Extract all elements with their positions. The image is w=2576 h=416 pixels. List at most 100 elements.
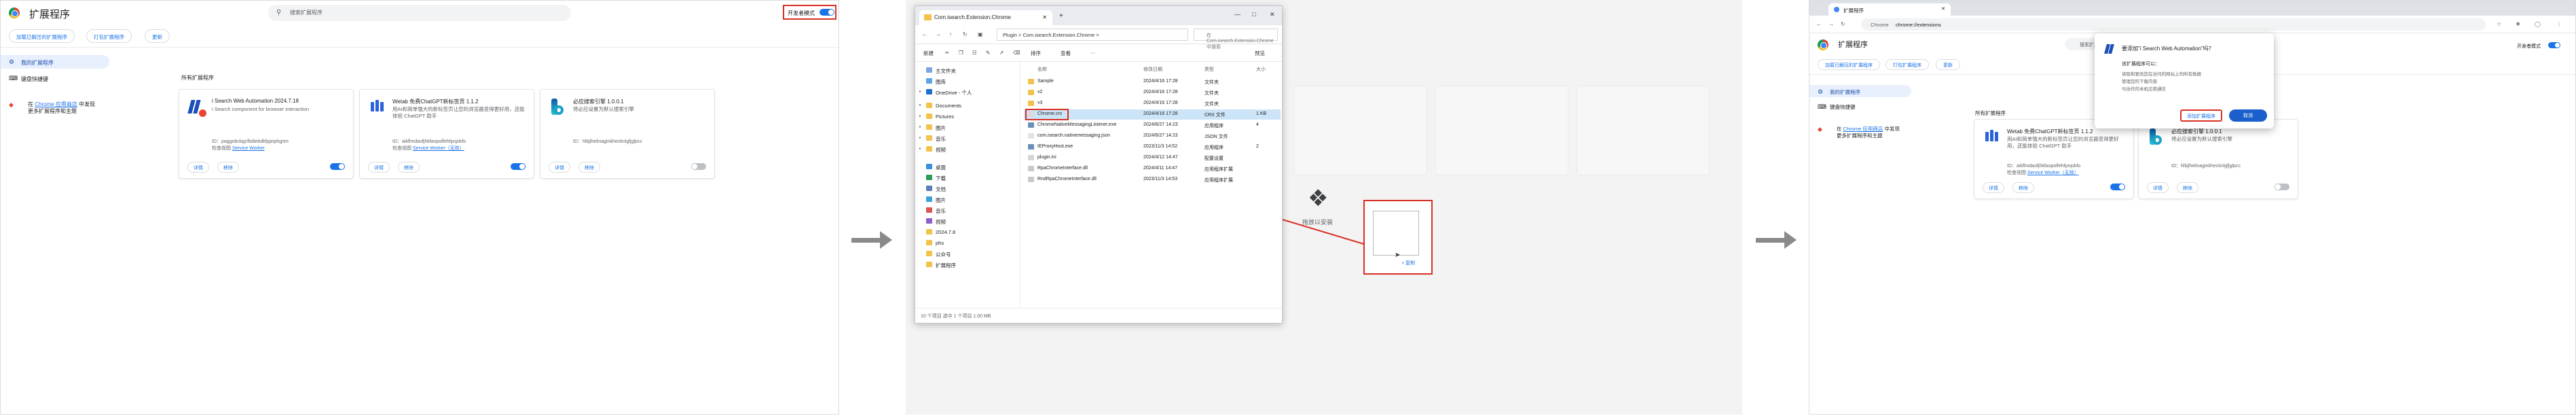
sidebar-item-pics[interactable]: 图片 xyxy=(915,194,946,205)
bookmark-star-icon[interactable]: ☆ xyxy=(2497,21,2501,27)
file-row[interactable]: Sample 2024/4/16 17:28 文件夹 xyxy=(1024,77,1281,87)
file-row[interactable]: IEProxyHost.exe 2023/11/3 14:52 应用程序 2 xyxy=(1024,142,1281,152)
load-unpacked-button[interactable]: 加载已解压的扩展程序 xyxy=(9,29,75,43)
details-button[interactable]: 详情 xyxy=(368,162,390,173)
nav-keyboard-shortcuts[interactable]: ⌨ 键盘快捷键 xyxy=(1809,100,1911,112)
back-icon[interactable]: ← xyxy=(1816,21,1822,27)
service-worker-link[interactable]: Service Worker（无效） xyxy=(413,146,464,151)
pack-extension-button[interactable]: 打包扩展程序 xyxy=(86,29,132,43)
update-button[interactable]: 更新 xyxy=(145,29,170,43)
profile-icon[interactable]: ◯ xyxy=(2535,21,2541,27)
menu-icon[interactable]: ⋮ xyxy=(2556,21,2562,27)
copy-icon[interactable]: ❐ xyxy=(959,50,963,56)
close-tab-icon[interactable]: ✕ xyxy=(1941,6,1945,12)
sidebar-item-onedrive[interactable]: ▸ OneDrive - 个人 xyxy=(915,86,972,97)
path-segment[interactable]: Plugin xyxy=(1003,32,1017,38)
new-button[interactable]: 新建 xyxy=(923,50,934,57)
view-button[interactable]: 查看 xyxy=(1061,50,1071,57)
remove-button[interactable]: 移除 xyxy=(217,162,239,173)
details-button[interactable]: 详情 xyxy=(1983,182,2004,193)
service-worker-link[interactable]: Service Worker（无效） xyxy=(2027,171,2079,175)
sidebar-item-documents[interactable]: ▸ Documents xyxy=(915,100,961,111)
share-icon[interactable]: ↗ xyxy=(999,50,1004,56)
maximize-icon[interactable]: □ xyxy=(1252,11,1255,18)
sidebar-item-pictures[interactable]: ▸ Pictures xyxy=(915,111,954,122)
dev-mode-toggle[interactable] xyxy=(2548,42,2560,48)
sidebar-item-desktop[interactable]: 桌面 xyxy=(915,161,946,172)
column-date[interactable]: 修改日期 xyxy=(1143,66,1162,73)
address-bar[interactable]: Chrome chrome://extensions xyxy=(1861,18,2486,31)
paste-icon[interactable]: ☷ xyxy=(972,50,977,56)
enable-toggle[interactable] xyxy=(2275,184,2289,190)
minimize-icon[interactable]: — xyxy=(1234,11,1240,18)
refresh-icon[interactable]: ↻ xyxy=(963,31,968,37)
pack-extension-button[interactable]: 打包扩展程序 xyxy=(1885,59,1929,70)
file-row[interactable]: v2 2024/4/16 17:28 文件夹 xyxy=(1024,88,1281,98)
close-window-icon[interactable]: ✕ xyxy=(1270,11,1275,18)
sidebar-item-music2[interactable]: 音乐 xyxy=(915,205,946,215)
nav-keyboard-shortcuts[interactable]: ⌨ 键盘快捷键 xyxy=(1,71,109,85)
explorer-tab[interactable]: Com.isearch.Extension.Chrome ✕ xyxy=(919,10,1052,25)
nav-my-extensions[interactable]: ⚙ 我的扩展程序 xyxy=(1809,85,1911,97)
file-row-selected[interactable]: Chrome.crx 2024/4/16 17:28 CRX 文件 1 KB xyxy=(1024,109,1281,120)
enable-toggle[interactable] xyxy=(330,163,345,170)
sidebar-item-folder[interactable]: 公众号 xyxy=(915,248,951,259)
cut-icon[interactable]: ✂ xyxy=(945,50,949,56)
add-extension-button[interactable]: 添加扩展程序 xyxy=(2180,109,2222,122)
file-row[interactable]: ChromeNativeMessagingListener.exe 2024/6/… xyxy=(1024,120,1281,131)
path-breadcrumb[interactable]: Plugin > Com.isearch.Extension.Chrome > xyxy=(997,29,1188,41)
dev-mode-toggle[interactable] xyxy=(820,9,834,16)
sidebar-item-downloads[interactable]: 下载 xyxy=(915,172,946,183)
enable-toggle[interactable] xyxy=(691,163,706,170)
details-button[interactable]: 详情 xyxy=(187,162,209,173)
details-button[interactable]: 详情 xyxy=(549,162,570,173)
cancel-button[interactable]: 取消 xyxy=(2229,109,2267,122)
browser-tab[interactable]: 扩展程序 ✕ xyxy=(1828,3,1951,16)
remove-button[interactable]: 移除 xyxy=(2177,182,2198,193)
more-button[interactable]: ··· xyxy=(1090,50,1096,56)
drop-target-highlight[interactable]: ➤ + 复制 xyxy=(1363,200,1433,275)
nav-my-extensions[interactable]: ⚙ 我的扩展程序 xyxy=(1,55,109,69)
chrome-web-store-link[interactable]: Chrome 应用商店 xyxy=(35,101,77,107)
details-button[interactable]: 详情 xyxy=(2147,182,2169,193)
sort-button[interactable]: 排序 xyxy=(1031,50,1041,57)
sidebar-item-docs[interactable]: 文档 xyxy=(915,183,946,194)
forward-icon[interactable]: → xyxy=(1828,21,1834,27)
search-input[interactable]: ⚲ 搜索扩展程序 xyxy=(268,5,571,21)
enable-toggle[interactable] xyxy=(511,163,526,170)
forward-icon[interactable]: → xyxy=(936,31,941,37)
enable-toggle[interactable] xyxy=(2110,184,2125,190)
delete-icon[interactable]: ⌫ xyxy=(1013,50,1020,56)
column-type[interactable]: 类型 xyxy=(1204,66,1214,73)
sidebar-item-videos2[interactable]: 视频 xyxy=(915,215,946,226)
file-row[interactable]: RpaChromeInterface.dll 2024/4/11 14:47 应用程… xyxy=(1024,164,1281,174)
sidebar-item-videos[interactable]: ▸ 视频 xyxy=(915,143,946,154)
file-row[interactable]: plugin.ini 2024/4/12 14:47 配置设置 xyxy=(1024,153,1281,163)
sidebar-item-folder[interactable]: 2024.7.8 xyxy=(915,226,955,237)
back-icon[interactable]: ← xyxy=(922,31,927,37)
file-row[interactable]: com.isearch.nativemessaging.json 2024/6/2… xyxy=(1024,131,1281,141)
remove-button[interactable]: 移除 xyxy=(398,162,420,173)
sidebar-item-home[interactable]: 主文件夹 xyxy=(915,65,956,75)
rename-icon[interactable]: ✎ xyxy=(986,50,990,56)
sidebar-item-gallery[interactable]: 图库 xyxy=(915,75,946,86)
reload-icon[interactable]: ↻ xyxy=(1841,21,1845,27)
column-size[interactable]: 大小 xyxy=(1256,66,1266,73)
chrome-web-store-link[interactable]: Chrome 应用商店 xyxy=(1843,126,1883,132)
update-button[interactable]: 更新 xyxy=(1936,59,1960,70)
file-row[interactable]: v3 2024/4/16 17:28 文件夹 xyxy=(1024,99,1281,109)
up-icon[interactable]: ↑ xyxy=(949,31,952,37)
explorer-search-input[interactable]: 在 Com.isearch.Extension.Chrome 中搜索 xyxy=(1194,29,1278,50)
sidebar-item-folder[interactable]: 扩展程序 xyxy=(915,259,956,270)
service-worker-link[interactable]: Service Worker xyxy=(232,146,265,151)
path-segment[interactable]: Com.isearch.Extension.Chrome xyxy=(1023,32,1094,38)
file-row[interactable]: RndRpaChromeInterface.dll 2023/11/3 14:53… xyxy=(1024,175,1281,185)
load-unpacked-button[interactable]: 加载已解压的扩展程序 xyxy=(1818,59,1880,70)
remove-button[interactable]: 移除 xyxy=(2012,182,2034,193)
column-name[interactable]: 名称 xyxy=(1037,66,1047,73)
close-tab-icon[interactable]: ✕ xyxy=(1042,14,1047,20)
extensions-icon[interactable]: ❖ xyxy=(2516,21,2520,27)
new-tab-icon[interactable]: + xyxy=(1059,12,1063,20)
preview-button[interactable]: 预览 xyxy=(1255,50,1265,57)
remove-button[interactable]: 移除 xyxy=(578,162,600,173)
